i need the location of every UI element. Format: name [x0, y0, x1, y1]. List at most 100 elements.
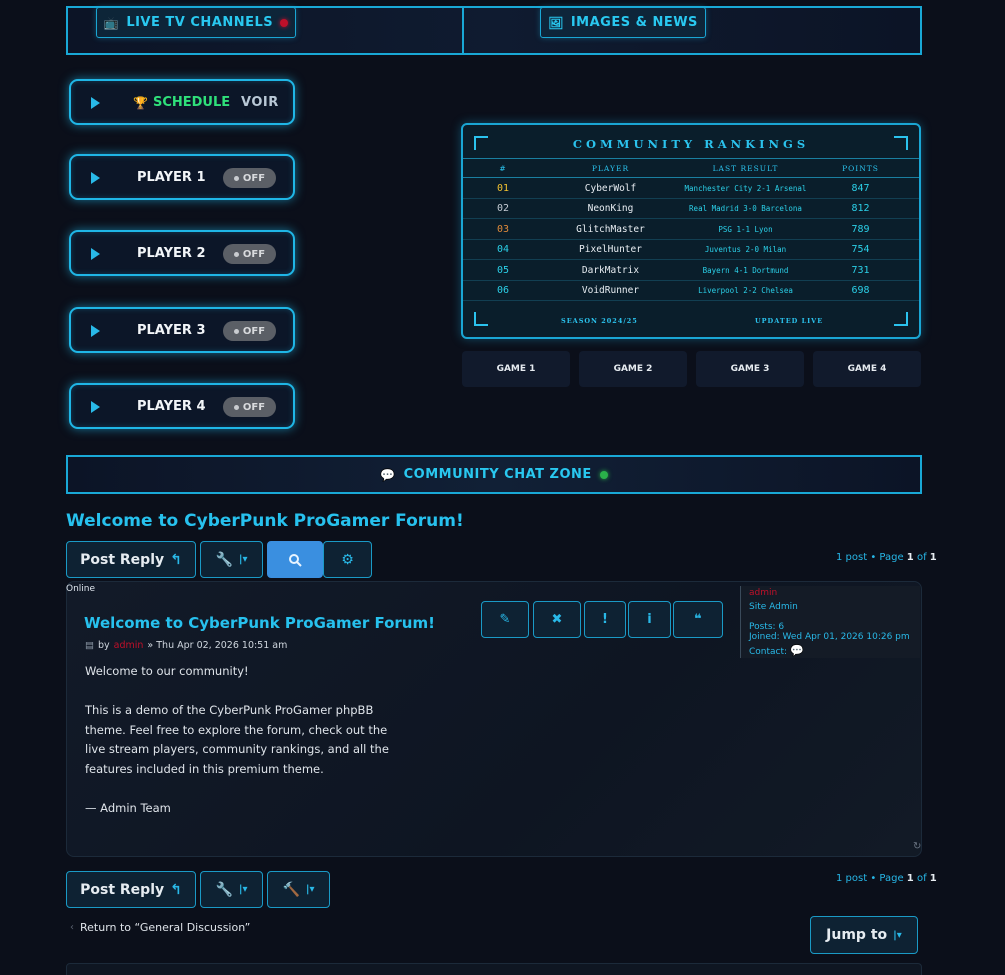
- post-meta: ▤ by admin » Thu Apr 02, 2026 10:51 am: [85, 640, 287, 651]
- post-body: Welcome to our community! This is a demo…: [85, 662, 405, 838]
- post-reply-button-bottom[interactable]: Post Reply ↰: [66, 871, 196, 908]
- player-toggle[interactable]: OFF: [223, 168, 276, 188]
- ranking-row: 04 PixelHunter Juventus 2-0 Milan 754: [463, 240, 919, 261]
- last-result: Manchester City 2-1 Arsenal: [684, 184, 807, 193]
- player-toggle[interactable]: OFF: [223, 321, 276, 341]
- profile-posts: Posts: 6: [749, 622, 785, 632]
- post-by: by: [97, 640, 110, 651]
- tv-icon: 📺: [103, 15, 120, 30]
- header-rank: #: [499, 163, 507, 173]
- game-4-button[interactable]: GAME 4: [813, 351, 921, 387]
- search-options-button[interactable]: ⚙: [323, 541, 372, 578]
- post-date: » Thu Apr 02, 2026 10:51 am: [147, 640, 288, 651]
- player-toggle[interactable]: OFF: [223, 397, 276, 417]
- dropdown-caret-icon: |▾: [238, 884, 248, 895]
- game-1-button[interactable]: GAME 1: [462, 351, 570, 387]
- player-name: NeonKing: [587, 203, 634, 215]
- profile-contact-row: Contact: 💬: [749, 644, 920, 657]
- rankings-header-row: # PLAYER LAST RESULT POINTS: [463, 158, 919, 178]
- pagination-total: 1: [929, 552, 937, 563]
- chevron-left-icon: ‹: [70, 922, 74, 933]
- dropdown-caret-icon: |▾: [238, 554, 248, 565]
- points-value: 698: [851, 285, 870, 296]
- trophy-icon: 🏆: [133, 95, 148, 110]
- player-2-button[interactable]: PLAYER 2 OFF: [69, 230, 295, 276]
- tab-divider: [462, 8, 464, 53]
- play-icon: [91, 401, 100, 413]
- schedule-button[interactable]: 🏆 SCHEDULE VOIR: [69, 79, 295, 125]
- profile-username[interactable]: admin: [749, 588, 920, 602]
- toggle-dot: [233, 328, 239, 334]
- online-indicator-dot: [599, 470, 608, 479]
- delete-post-button[interactable]: ✖: [533, 601, 581, 638]
- player-1-button[interactable]: PLAYER 1 OFF: [69, 154, 295, 200]
- rankings-title: COMMUNITY RANKINGS: [572, 137, 810, 151]
- search-topic-button[interactable]: [267, 541, 323, 578]
- images-news-button[interactable]: 🖼 IMAGES & NEWS: [540, 7, 706, 38]
- reply-arrow-icon: ↰: [170, 881, 182, 898]
- rank-number: 05: [496, 264, 510, 276]
- game-3-button[interactable]: GAME 3: [696, 351, 804, 387]
- post-info-button[interactable]: i: [628, 601, 671, 638]
- pagination-prefix: 1 post • Page: [836, 552, 904, 563]
- jump-to-dropdown[interactable]: Jump to |▾: [810, 916, 918, 954]
- rank-number: 02: [496, 203, 510, 215]
- back-to-top-icon[interactable]: ↻: [913, 841, 921, 852]
- topic-tools-dropdown-bottom[interactable]: 🔧 |▾: [200, 871, 263, 908]
- topic-tools-dropdown[interactable]: 🔧 |▾: [200, 541, 263, 578]
- header-last-result: LAST RESULT: [712, 163, 779, 173]
- pagination-bottom: 1 post • Page 1 of 1: [836, 873, 937, 884]
- moderator-tools-dropdown[interactable]: 🔨 |▾: [267, 871, 330, 908]
- updated-live-label: UPDATED LIVE: [755, 317, 824, 325]
- wrench-icon: 🔧: [215, 881, 233, 898]
- post-paragraph: Welcome to our community!: [85, 664, 249, 678]
- jump-to-label: Jump to: [826, 927, 888, 943]
- reply-arrow-icon: ↰: [170, 551, 182, 568]
- last-result: Liverpool 2-2 Chelsea: [698, 286, 793, 295]
- voir-label: VOIR: [241, 95, 279, 110]
- quote-post-button[interactable]: ❝: [673, 601, 723, 638]
- pagination-current: 1: [906, 873, 914, 884]
- gavel-icon: 🔨: [282, 881, 300, 898]
- return-link-label: Return to “General Discussion”: [80, 921, 251, 934]
- pagination-top: 1 post • Page 1 of 1: [836, 552, 937, 563]
- post-reply-label: Post Reply: [80, 881, 165, 898]
- return-to-forum-link[interactable]: ‹ Return to “General Discussion”: [70, 921, 250, 934]
- profile-contact-label: Contact:: [749, 647, 788, 657]
- post-reply-button[interactable]: Post Reply ↰: [66, 541, 196, 578]
- last-result: Real Madrid 3-0 Barcelona: [689, 204, 802, 214]
- report-post-button[interactable]: !: [584, 601, 626, 638]
- topic-title[interactable]: Welcome to CyberPunk ProGamer Forum!: [66, 511, 464, 531]
- player-label: PLAYER 4: [137, 399, 206, 414]
- post-author-profile: admin Site Admin Posts: 6 Joined: Wed Ap…: [740, 586, 920, 658]
- profile-joined: Joined: Wed Apr 01, 2026 10:26 pm: [749, 632, 910, 642]
- player-toggle[interactable]: OFF: [223, 244, 276, 264]
- search-icon: [289, 553, 302, 567]
- rank-number: 01: [496, 183, 510, 194]
- player-label: PLAYER 1: [137, 170, 206, 185]
- schedule-label: SCHEDULE: [152, 95, 231, 110]
- contact-bubble-icon[interactable]: 💬: [790, 644, 804, 657]
- player-name: DarkMatrix: [581, 264, 640, 276]
- dropdown-caret-icon: |▾: [893, 929, 902, 941]
- points-value: 789: [851, 223, 870, 235]
- edit-post-button[interactable]: ✎: [481, 601, 529, 638]
- player-4-button[interactable]: PLAYER 4 OFF: [69, 383, 295, 429]
- last-result: PSG 1-1 Lyon: [718, 224, 773, 234]
- community-chat-zone-bar[interactable]: 💬 COMMUNITY CHAT ZONE: [66, 455, 922, 494]
- live-tv-channels-button[interactable]: 📺 LIVE TV CHANNELS: [96, 7, 296, 38]
- play-icon: [91, 248, 100, 260]
- last-result: Bayern 4-1 Dortmund: [702, 265, 789, 275]
- points-value: 731: [851, 264, 870, 276]
- toggle-dot: [233, 404, 239, 410]
- ranking-row: 03 GlitchMaster PSG 1-1 Lyon 789: [463, 220, 919, 240]
- toggle-dot: [233, 251, 239, 257]
- post-title[interactable]: Welcome to CyberPunk ProGamer Forum!: [84, 614, 435, 632]
- info-icon: i: [647, 612, 652, 627]
- gear-icon: ⚙: [341, 551, 354, 568]
- post-author-link[interactable]: admin: [114, 640, 144, 651]
- player-3-button[interactable]: PLAYER 3 OFF: [69, 307, 295, 353]
- game-2-button[interactable]: GAME 2: [579, 351, 687, 387]
- online-status: Online: [66, 584, 96, 594]
- images-news-label: IMAGES & NEWS: [570, 15, 698, 30]
